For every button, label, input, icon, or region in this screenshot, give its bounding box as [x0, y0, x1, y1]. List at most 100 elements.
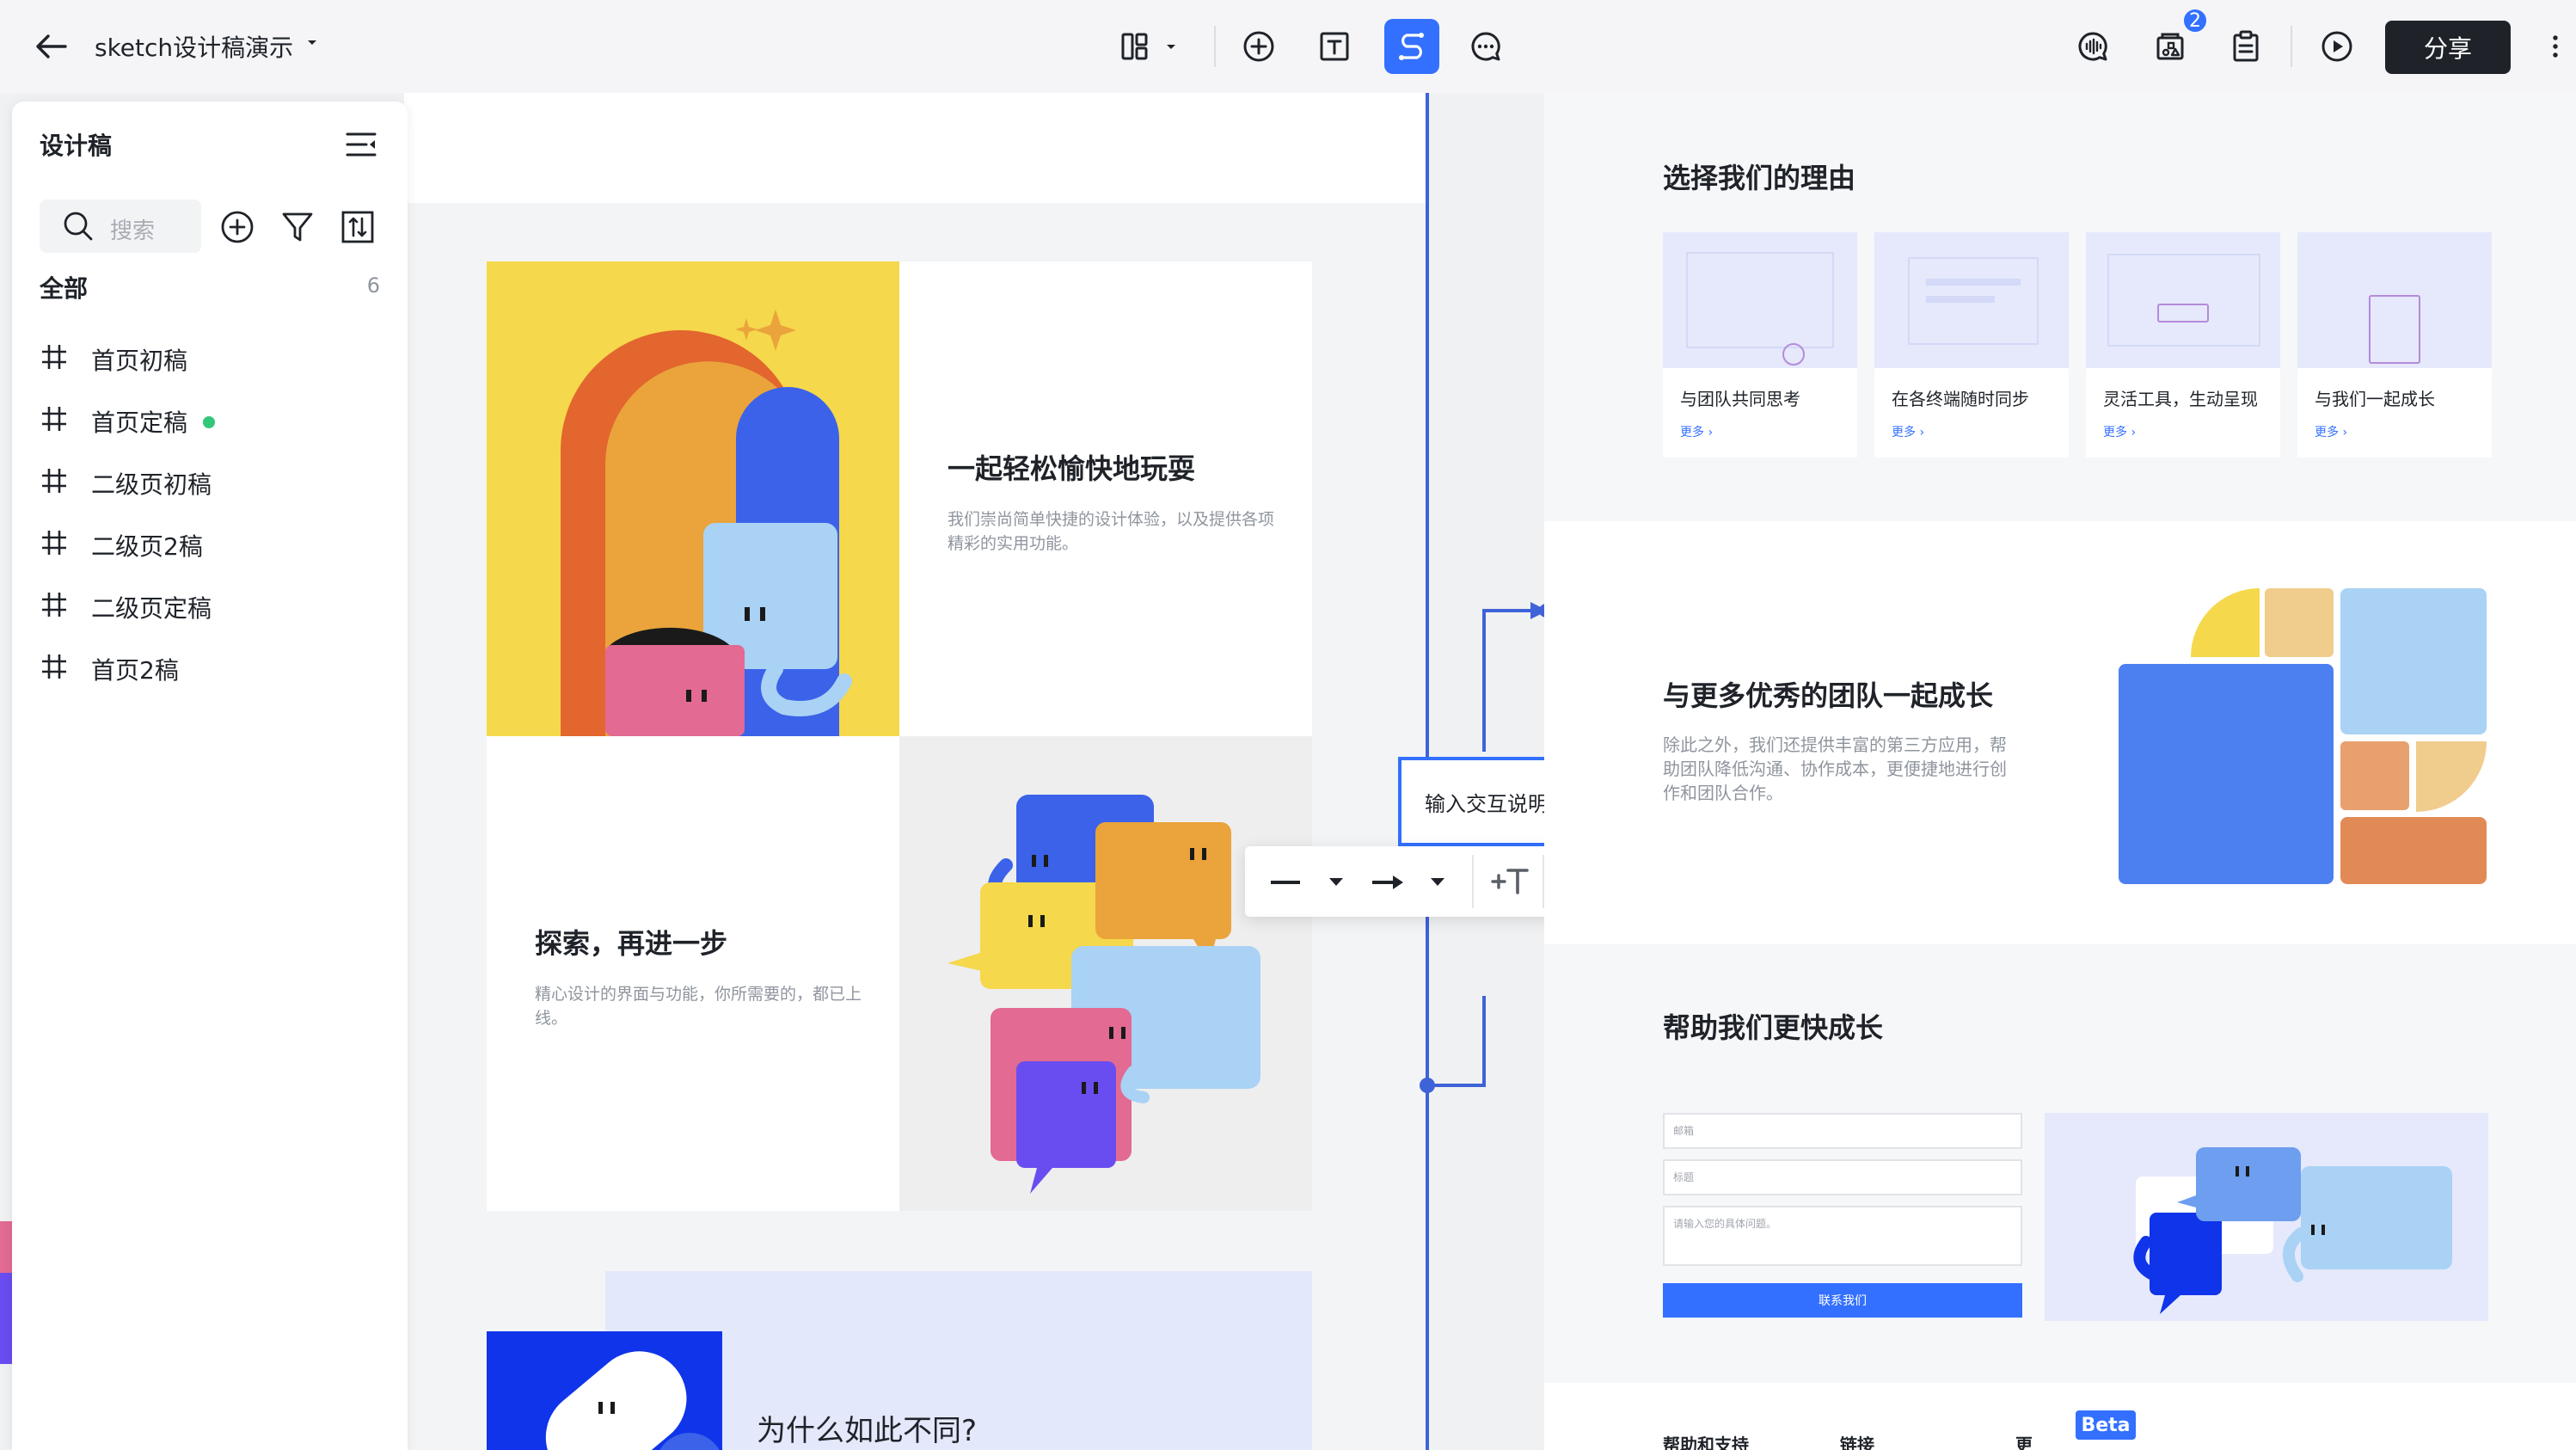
filter-icon[interactable] — [279, 208, 316, 246]
all-label: 全部 — [40, 274, 89, 303]
design-item-label: 首页2稿 — [91, 656, 179, 685]
section-text: 除此之外，我们还提供丰富的第三方应用，帮助团队降低沟通、协作成本，更便捷地进行创… — [1663, 734, 2007, 803]
subject-field[interactable]: 标题 — [1663, 1159, 2022, 1195]
feature-text: 精心设计的界面与功能，你所需要的，都已上线。 — [535, 985, 862, 1028]
active-status-dot — [203, 416, 215, 428]
frame-icon — [40, 466, 69, 495]
card-image — [2297, 232, 2492, 368]
card-more-link[interactable]: 更多 › — [2103, 423, 2136, 440]
reason-card: 与团队共同思考 更多 › — [1663, 232, 1857, 458]
illustration-chat-bubbles — [899, 736, 1312, 1211]
reason-card: 与我们一起成长 更多 › — [2297, 232, 2492, 458]
illustration-arch — [487, 261, 899, 736]
design-item-label: 二级页定稿 — [91, 594, 212, 623]
design-item[interactable]: 首页初稿 — [40, 334, 380, 382]
notification-badge: 2 — [2181, 7, 2209, 34]
search-input[interactable]: 搜索 — [40, 200, 201, 253]
toolbar-divider — [1472, 855, 1474, 908]
all-designs-row[interactable]: 全部 6 — [40, 270, 380, 304]
all-count: 6 — [366, 273, 380, 298]
card-more-link[interactable]: 更多 › — [2315, 423, 2347, 440]
frame-icon — [40, 528, 69, 557]
design-item[interactable]: 二级页定稿 — [40, 581, 380, 630]
reason-card: 灵活工具，生动呈现 更多 › — [2086, 232, 2280, 458]
share-button[interactable]: 分享 — [2385, 21, 2511, 74]
layout-chevron-icon[interactable] — [1156, 21, 1187, 72]
frame-icon — [40, 404, 69, 433]
feature-grid: 一起轻松愉快地玩耍 我们崇尚简单快捷的设计体验，以及提供各项精彩的实用功能。 探… — [487, 261, 1312, 1211]
line-style-select[interactable] — [1267, 865, 1353, 900]
feature-title: 一起轻松愉快地玩耍 — [948, 452, 1196, 485]
card-image — [2086, 232, 2280, 368]
panel-title: 设计稿 — [40, 132, 113, 160]
design-item[interactable]: 二级页2稿 — [40, 519, 380, 568]
email-field[interactable]: 邮箱 — [1663, 1113, 2022, 1149]
add-design-icon[interactable] — [218, 208, 256, 246]
feature-block-play: 一起轻松愉快地玩耍 我们崇尚简单快捷的设计体验，以及提供各项精彩的实用功能。 — [899, 261, 1312, 736]
footer-link[interactable]: 链接 — [1840, 1431, 1874, 1450]
sort-icon[interactable] — [339, 208, 377, 246]
toolbar-divider — [2291, 26, 2292, 67]
back-arrow-icon[interactable] — [31, 26, 72, 67]
design-item-label: 首页初稿 — [91, 347, 188, 375]
footer-link[interactable]: 更 — [2015, 1431, 2033, 1450]
card-title: 在各终端随时同步 — [1892, 389, 2029, 409]
illustration-chat — [2045, 1113, 2488, 1321]
card-more-link[interactable]: 更多 › — [1892, 423, 1924, 440]
design-item-label: 二级页2稿 — [91, 532, 203, 561]
contact-button[interactable]: 联系我们 — [1663, 1283, 2022, 1318]
chevron-down-icon[interactable] — [303, 33, 322, 52]
design-frame-left[interactable]: 一起轻松愉快地玩耍 我们崇尚简单快捷的设计体验，以及提供各项精彩的实用功能。 探… — [404, 93, 1427, 1450]
voice-icon[interactable] — [2067, 21, 2119, 72]
feature-text: 我们崇尚简单快捷的设计体验，以及提供各项精彩的实用功能。 — [948, 510, 1275, 553]
connector-tool-icon[interactable] — [1384, 19, 1439, 74]
section-title: 为什么如此不同? — [757, 1414, 978, 1448]
comment-icon[interactable] — [1460, 21, 1512, 72]
search-placeholder: 搜索 — [110, 218, 156, 244]
card-more-link[interactable]: 更多 › — [1680, 423, 1713, 440]
frame-icon — [40, 652, 69, 681]
grow-section: 与更多优秀的团队一起成长 除此之外，我们还提供丰富的第三方应用，帮助团队降低沟通… — [1544, 521, 2576, 944]
add-circle-icon[interactable] — [1233, 21, 1285, 72]
edge-fragment — [0, 1273, 12, 1364]
design-item[interactable]: 二级页初稿 — [40, 458, 380, 506]
beta-badge: Beta — [2076, 1410, 2136, 1440]
top-toolbar: sketch设计稿演示 2 分享 — [0, 0, 2576, 93]
frame-icon — [40, 590, 69, 619]
footer-link[interactable]: 帮助和支持 — [1663, 1431, 1749, 1450]
card-title: 与我们一起成长 — [2315, 389, 2435, 409]
design-frame-right[interactable]: 选择我们的理由 与团队共同思考 更多 › 在各终端随时同步 更多 › 灵活工具，… — [1544, 93, 2576, 1450]
design-list-panel: 设计稿 搜索 全部 6 首页初稿 首页定稿 二级页初稿 二级页2稿 二级页定稿 … — [12, 101, 408, 1450]
reason-card: 在各终端随时同步 更多 › — [1874, 232, 2069, 458]
design-item-label: 二级页初稿 — [91, 470, 212, 499]
illustration-mosaic — [2119, 588, 2487, 884]
play-icon[interactable] — [2311, 21, 2363, 72]
collapse-panel-icon[interactable] — [342, 126, 380, 163]
design-item[interactable]: 首页定稿 — [40, 396, 380, 444]
design-item[interactable]: 首页2稿 — [40, 643, 380, 691]
illustration-blue-block — [487, 1331, 722, 1450]
message-field[interactable]: 请输入您的具体问题。 — [1663, 1206, 2022, 1266]
section-title: 帮助我们更快成长 — [1663, 1011, 1884, 1044]
document-title[interactable]: sketch设计稿演示 — [95, 29, 293, 64]
text-tool-icon[interactable] — [1309, 21, 1360, 72]
card-image — [1874, 232, 2069, 368]
feature-title: 探索，再进一步 — [535, 927, 728, 960]
section-title: 选择我们的理由 — [1663, 162, 1856, 194]
card-title: 灵活工具，生动呈现 — [2103, 389, 2258, 409]
layout-icon[interactable] — [1109, 21, 1161, 72]
arrow-style-select[interactable] — [1369, 865, 1455, 900]
search-icon — [62, 210, 95, 243]
toolbar-divider — [1214, 26, 1216, 67]
section-title: 与更多优秀的团队一起成长 — [1663, 679, 1994, 712]
frame-icon — [40, 342, 69, 372]
feature-block-explore: 探索，再进一步 精心设计的界面与功能，你所需要的，都已上线。 — [487, 736, 899, 1211]
card-image — [1663, 232, 1857, 368]
frame-header-area — [404, 93, 1427, 203]
more-icon[interactable] — [2538, 21, 2573, 72]
add-text-icon[interactable] — [1489, 862, 1532, 901]
design-item-label: 首页定稿 — [91, 409, 188, 437]
card-title: 与团队共同思考 — [1680, 389, 1800, 409]
site-footer: 帮助和支持 链接 更 — [1544, 1383, 2576, 1450]
clipboard-icon[interactable] — [2220, 21, 2272, 72]
